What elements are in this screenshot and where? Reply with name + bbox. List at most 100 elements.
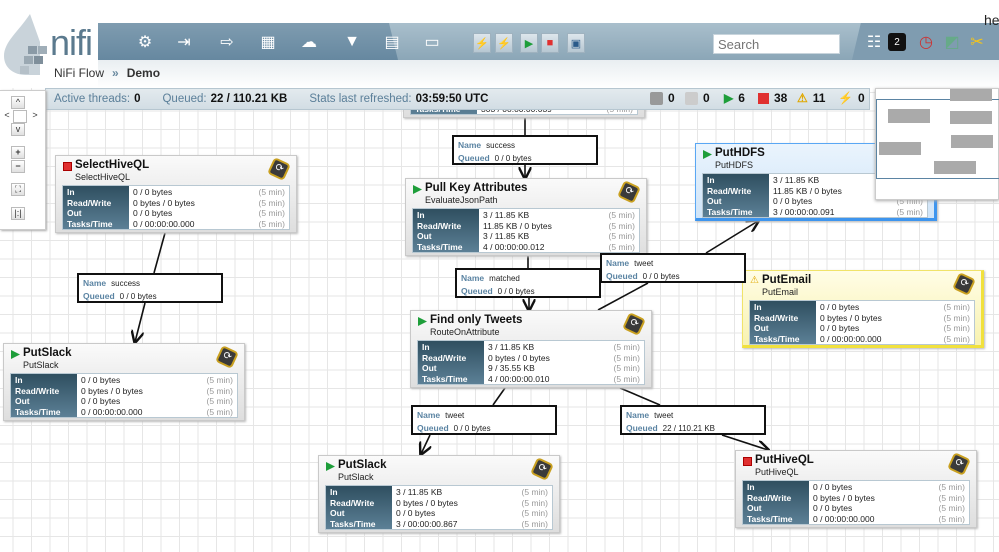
stat-row: 0 / 0 bytes (5 min): [81, 375, 233, 386]
history-icon[interactable]: ◷: [914, 30, 938, 54]
stat-row: 0 / 0 bytes (5 min): [820, 323, 970, 334]
stat-value: 11.85 KB / 0 bytes: [483, 220, 552, 231]
search-input[interactable]: [713, 34, 840, 54]
stopped-icon: [63, 162, 72, 171]
stop-icon[interactable]: ■: [541, 33, 559, 53]
stat-label: Read/Write: [422, 352, 467, 363]
stat-window: (5 min): [206, 385, 233, 396]
breadcrumb: NiFi Flow » Demo: [54, 66, 160, 80]
stat-label: Out: [754, 323, 769, 333]
remote-process-group-icon[interactable]: ☁: [297, 30, 321, 54]
disabled-count: 0: [857, 91, 865, 105]
provenance-icon[interactable]: ◩: [940, 30, 964, 54]
stat-value: 0 bytes / 0 bytes: [396, 497, 458, 508]
processor-stats: In Read/Write Out Tasks/Time 0 / 0 bytes (5 m…: [10, 373, 238, 418]
processor-putslack-1[interactable]: PutSlack PutSlack ⟳ In Read/Write Out Tasks/Ti…: [3, 343, 245, 421]
processor-find-only-tweets[interactable]: Find only Tweets RouteOnAttribute ⟳ In Read/…: [410, 310, 652, 388]
name-key: Name: [417, 410, 441, 420]
stat-window: (5 min): [938, 503, 965, 513]
pan-up-icon[interactable]: ^: [11, 96, 25, 109]
stat-window: (5 min): [613, 363, 640, 373]
stat-window: (5 min): [613, 352, 640, 363]
process-group-icon[interactable]: ▦: [256, 30, 280, 54]
processor-chip-icon: ⟳: [530, 457, 554, 481]
stat-row: 0 / 0 bytes (5 min): [81, 396, 233, 407]
actual-size-icon[interactable]: |:|: [11, 207, 25, 220]
queued-key: Queued: [606, 271, 638, 281]
connection-label[interactable]: Name success Queued 0 / 0 bytes: [452, 135, 598, 165]
funnel-icon[interactable]: ▼: [340, 30, 364, 54]
stopped-count: 38: [774, 91, 788, 105]
stat-value: 0 / 0 bytes: [773, 196, 813, 206]
connection-label[interactable]: Name tweet Queued 0 / 0 bytes: [411, 405, 557, 435]
stat-value: 9 / 35.55 KB: [488, 363, 535, 373]
processor-selecthiveql[interactable]: SelectHiveQL SelectHiveQL ⟳ In Read/Write Out…: [55, 155, 297, 233]
processor-type: PutEmail: [762, 287, 799, 297]
template-icon[interactable]: ▤: [380, 30, 404, 54]
current-user[interactable]: he: [984, 12, 999, 28]
stat-label: In: [330, 487, 338, 497]
stat-label: Read/Write: [67, 197, 112, 208]
label-icon[interactable]: ▭: [420, 30, 444, 54]
connection-queued: 0 / 0 bytes: [453, 424, 491, 433]
stat-row: 3 / 11.85 KB (5 min): [488, 342, 640, 353]
connection-line: [721, 434, 768, 450]
processor-type: EvaluateJsonPath: [425, 195, 498, 205]
stat-window: (5 min): [943, 323, 970, 333]
summary-icon[interactable]: ☷: [862, 30, 886, 54]
stat-label: Read/Write: [417, 220, 462, 231]
pan-center[interactable]: [13, 110, 27, 123]
zoom-in-icon[interactable]: +: [11, 146, 25, 159]
stat-value: 3 / 00:00:00.091: [773, 206, 835, 217]
enable-icon[interactable]: ⚡: [473, 33, 491, 53]
fit-icon[interactable]: ⛶: [11, 183, 25, 196]
stat-value: 3 / 11.85 KB: [773, 175, 820, 185]
stat-label: Tasks/Time: [330, 518, 376, 529]
connection-label[interactable]: Name success Queued 0 / 0 bytes: [77, 273, 223, 303]
start-icon[interactable]: ▶: [520, 33, 538, 53]
connection-label[interactable]: Name matched Queued 0 / 0 bytes: [455, 268, 601, 298]
processor-puthiveql[interactable]: PutHiveQL PutHiveQL ⟳ In Read/Write Out Tasks/…: [735, 450, 977, 528]
stat-window: (5 min): [608, 231, 635, 241]
stat-label: In: [422, 342, 430, 352]
stat-value: 4 / 00:00:00.010: [488, 373, 550, 384]
processor-putemail[interactable]: ⚠ PutEmail PutEmail ⟳ In Read/Write Out Tasks/T…: [742, 270, 984, 348]
connection-name: matched: [489, 274, 520, 283]
create-template-icon[interactable]: ▣: [567, 33, 585, 53]
running-icon: [418, 317, 427, 326]
processor-chip-icon: ⟳: [617, 180, 641, 204]
disable-icon[interactable]: ⚡: [495, 33, 513, 53]
input-port-icon[interactable]: ⇥: [172, 30, 196, 54]
connection-queued: 0 / 0 bytes: [497, 287, 535, 296]
stat-row: 0 / 0 bytes (5 min): [820, 302, 970, 313]
stat-value: 4 / 00:00:00.012: [483, 241, 545, 252]
pan-left-icon[interactable]: <: [0, 110, 14, 123]
processor-pull-key-attributes[interactable]: Pull Key Attributes EvaluateJsonPath ⟳ In Re…: [405, 178, 647, 256]
stat-label: In: [15, 375, 23, 385]
stat-value: 0 / 0 bytes: [813, 482, 853, 492]
pan-right-icon[interactable]: >: [28, 110, 42, 123]
connection-label[interactable]: Name tweet Queued 0 / 0 bytes: [600, 253, 746, 283]
settings-icon[interactable]: ✂: [965, 30, 989, 54]
app-logo-text: nifi: [50, 22, 93, 63]
pan-down-icon[interactable]: v: [11, 123, 25, 136]
queued-value: 22 / 110.21 KB: [210, 93, 288, 105]
stat-window: (5 min): [521, 518, 548, 529]
counters-icon[interactable]: 2: [888, 33, 906, 51]
zoom-out-icon[interactable]: −: [11, 160, 25, 173]
processor-icon[interactable]: ⚙: [133, 30, 157, 54]
processor-stats: In Read/Write Out Tasks/Time 0 / 0 bytes (5 m…: [742, 480, 970, 525]
stat-value: 0 / 0 bytes: [133, 208, 173, 218]
queued-label: Queued:: [162, 93, 207, 105]
connection-name: success: [111, 279, 141, 288]
processor-putslack-2[interactable]: PutSlack PutSlack ⟳ In Read/Write Out Tasks/Ti…: [318, 455, 560, 533]
breadcrumb-root[interactable]: NiFi Flow: [54, 66, 104, 80]
stat-value: 0 bytes / 0 bytes: [133, 197, 195, 208]
invalid-count: 11: [812, 91, 826, 105]
output-port-icon[interactable]: ⇨: [215, 30, 239, 54]
connection-label[interactable]: Name tweet Queued 22 / 110.21 KB: [620, 405, 766, 435]
stat-row: 3 / 11.85 KB (5 min): [483, 210, 635, 221]
stat-value: 0 bytes / 0 bytes: [813, 492, 875, 503]
birdseye-view[interactable]: [875, 88, 999, 200]
connection-line: [135, 302, 146, 342]
